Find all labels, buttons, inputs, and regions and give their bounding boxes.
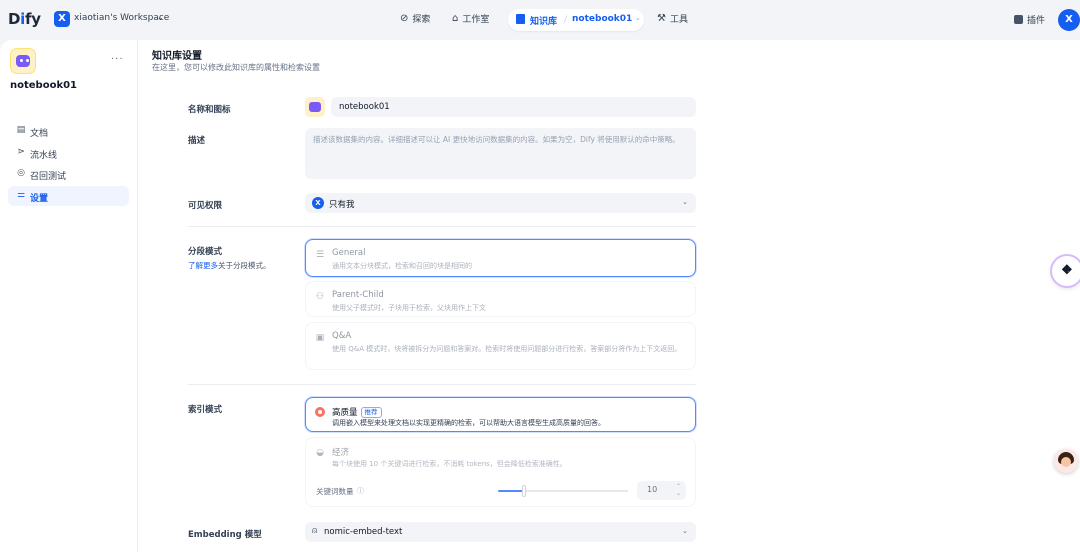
nav-tools-label: 工具 [669,15,688,25]
option-desc: 使用父子模式时，子块用于检索，父块用作上下文 [332,304,486,312]
name-input[interactable]: notebook01 [331,97,696,117]
nav-studio[interactable]: ⌂ 工作室 [452,12,489,25]
keyword-count-input[interactable]: 10 ⌃ ⌄ [637,481,686,500]
chevron-down-icon: ⌄ [682,198,688,206]
chunk-learn-more: 了解更多关于分段模式。 [188,260,271,271]
recommended-badge: 推荐 [360,407,382,418]
dataset-icon-picker[interactable] [305,97,325,117]
sidebar-item-label: 流水线 [30,151,58,161]
sidebar-item-label: 设置 [30,194,49,204]
option-desc: 每个块使用 10 个关键词进行检索，不消耗 tokens，但会降低检索准确性。 [332,460,567,468]
nav-studio-label: 工作室 [462,15,490,25]
divider [188,384,696,385]
page-description: 在这里，您可以修改此知识库的属性和检索设置 [152,63,320,72]
learn-more-link[interactable]: 了解更多 [188,261,218,270]
high-quality-icon [315,407,325,417]
chevron-down-icon: ⌄ [682,527,688,535]
description-placeholder: 描述该数据集的内容。详细描述可以让 AI 更快地访问数据集的内容。如果为空，Di… [313,135,680,144]
permission-value: 只有我 [329,200,355,210]
name-label: 名称和图标 [188,105,231,115]
sidebar-item-documents[interactable]: ▤ 文档 [8,121,129,141]
embedding-model-value: nomic-embed-text [324,527,403,537]
nav-explore[interactable]: ⊘ 探索 [400,12,430,25]
chevron-down-icon[interactable]: ⌄ [635,14,641,22]
plugins-button[interactable]: 插件 [1014,13,1045,26]
chunk-option-general[interactable]: ☰ General 通用文本分块模式，检索和召回的块是相同的 [305,239,696,277]
option-desc: 调用嵌入模型来处理文档以实现更精确的检索，可以帮助大语言模型生成高质量的回答。 [332,419,605,427]
current-dataset-selector[interactable]: notebook01 [572,14,632,24]
option-title: Parent-Child [332,290,384,300]
sidebar-item-pipeline[interactable]: ⋗ 流水线 [8,143,129,163]
slider-fill [498,490,524,492]
nav-separator: / [564,15,568,25]
slider-thumb[interactable] [522,485,526,497]
keyword-count-label: 关键词数量 [316,487,354,496]
description-textarea[interactable]: 描述该数据集的内容。详细描述可以让 AI 更快地访问数据集的内容。如果为空，Di… [305,128,696,179]
pipeline-icon: ⋗ [17,147,25,157]
description-label: 描述 [188,136,206,146]
nav-explore-label: 探索 [412,15,431,25]
target-icon: ◎ [17,168,25,178]
knowledge-icon [516,14,525,24]
workspace-badge[interactable]: X [54,11,70,27]
keyword-count-value: 10 [647,485,658,494]
sidebar-item-label: 文档 [30,129,49,139]
page-title: 知识库设置 [152,51,202,62]
embedding-model-select[interactable]: ⍝ nomic-embed-text ⌄ [305,522,696,542]
stepper-arrows-icon[interactable]: ⌃ ⌄ [676,483,681,497]
permission-select[interactable]: X 只有我 ⌄ [305,193,696,213]
plugin-icon [1014,15,1023,24]
nav-knowledge[interactable]: 知识库 / notebook01 ⌄ [508,9,644,31]
explore-icon: ⊘ [400,13,409,24]
qa-icon: ▣ [315,333,325,343]
user-avatar: X [312,197,324,209]
learn-more-suffix: 关于分段模式。 [218,261,271,270]
dataset-sidebar [0,40,138,552]
option-title: 高质量 [332,408,358,418]
studio-icon: ⌂ [452,13,459,24]
sidebar-item-label: 召回测试 [30,172,67,182]
option-title: General [332,248,366,258]
settings-icon: ⚌ [16,190,26,200]
keyword-count-slider[interactable] [498,485,628,497]
economy-icon: ◒ [316,448,324,458]
keyword-count-row: 关键词数量 ⓘ 10 ⌃ ⌄ [305,478,696,504]
option-title-wrap: 高质量 推荐 [332,406,382,418]
option-desc: 通用文本分块模式，检索和召回的块是相同的 [332,262,472,270]
dify-logo[interactable]: Dify [8,10,41,28]
index-mode-label: 索引模式 [188,405,223,415]
chunk-option-qa[interactable]: ▣ Q&A 使用 Q&A 模式时，块将被拆分为问题和答案对。检索时将使用问题部分… [305,322,696,370]
workspace-name[interactable]: xiaotian's Workspace [74,13,169,23]
parent-child-icon: ⚇ [315,292,325,302]
embedding-model-label: Embedding 模型 [188,530,262,540]
index-option-high-quality[interactable]: 高质量 推荐 调用嵌入模型来处理文档以实现更精确的检索，可以帮助大语言模型生成高质… [305,397,696,432]
help-icon[interactable]: ⓘ [357,486,364,496]
assistant-float-icon[interactable]: ⛖ [1052,256,1080,286]
sidebar-item-retrieval-test[interactable]: ◎ 召回测试 [8,164,129,184]
plugins-label: 插件 [1027,16,1046,26]
divider [188,226,696,227]
name-value: notebook01 [339,102,390,112]
more-options-icon[interactable]: ··· [111,54,124,65]
option-title: 经济 [332,448,350,458]
dataset-icon [10,48,36,74]
chunk-mode-label: 分段模式 [188,247,223,257]
tools-icon: ⚒ [657,13,666,24]
dataset-name: notebook01 [10,80,78,91]
nav-tools[interactable]: ⚒ 工具 [657,12,688,25]
chevron-down-icon[interactable]: ⌄ [157,13,164,22]
option-desc: 使用 Q&A 模式时，块将被拆分为问题和答案对。检索时将使用问题部分进行检索，答… [332,345,682,353]
option-title: Q&A [332,331,352,341]
support-avatar[interactable] [1054,449,1078,473]
sidebar-item-settings[interactable]: ⚌ 设置 [8,186,129,206]
top-bar: Dify X xiaotian's Workspace ⌄ ⊘ 探索 ⌂ 工作室… [0,0,1080,40]
user-avatar[interactable]: X [1058,9,1080,31]
permission-label: 可见权限 [188,201,223,211]
chunk-option-parent-child[interactable]: ⚇ Parent-Child 使用父子模式时，子块用于检索，父块用作上下文 [305,281,696,317]
model-icon: ⍝ [312,526,318,536]
general-icon: ☰ [315,250,325,260]
document-icon: ▤ [16,125,26,135]
nav-knowledge-label: 知识库 [530,17,558,27]
